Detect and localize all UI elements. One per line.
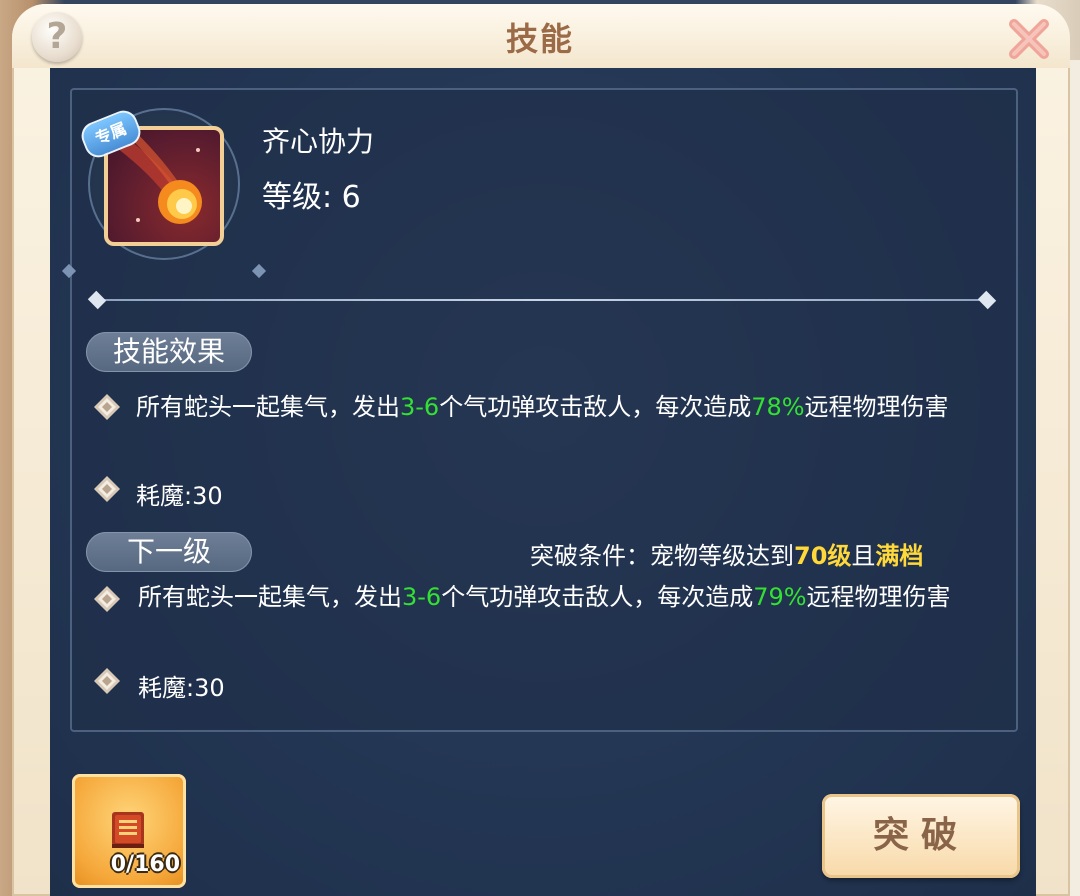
current-mana-cost: 耗魔:30 (136, 482, 223, 510)
next-effect-description: 所有蛇头一起集气，发出3-6个气功弹攻击敌人，每次造成79%远程物理伤害 (138, 583, 951, 611)
section-label-current-effect: 技能效果 (86, 332, 252, 372)
dialog-title: 技能 (505, 20, 574, 58)
current-effect-description: 所有蛇头一起集气，发出3-6个气功弹攻击敌人，每次造成78%远程物理伤害 (136, 393, 949, 421)
skill-level: 等级: 6 (262, 180, 361, 215)
bullet-diamond-icon (94, 586, 120, 612)
close-x-icon (1009, 19, 1049, 59)
bullet-diamond-icon (94, 476, 120, 502)
bullet-diamond-icon (94, 668, 120, 694)
skill-name: 齐心协力 (262, 125, 375, 158)
breakthrough-button[interactable]: 突破 (822, 794, 1020, 878)
material-count: 0/160 (110, 852, 180, 877)
section-divider (96, 299, 986, 301)
section-label-next-level: 下一级 (86, 532, 252, 572)
bullet-diamond-icon (94, 394, 120, 420)
breakthrough-condition: 突破条件：宠物等级达到70级且满档 (530, 542, 924, 570)
next-mana-cost: 耗魔:30 (138, 674, 225, 702)
close-button[interactable] (1006, 16, 1052, 62)
